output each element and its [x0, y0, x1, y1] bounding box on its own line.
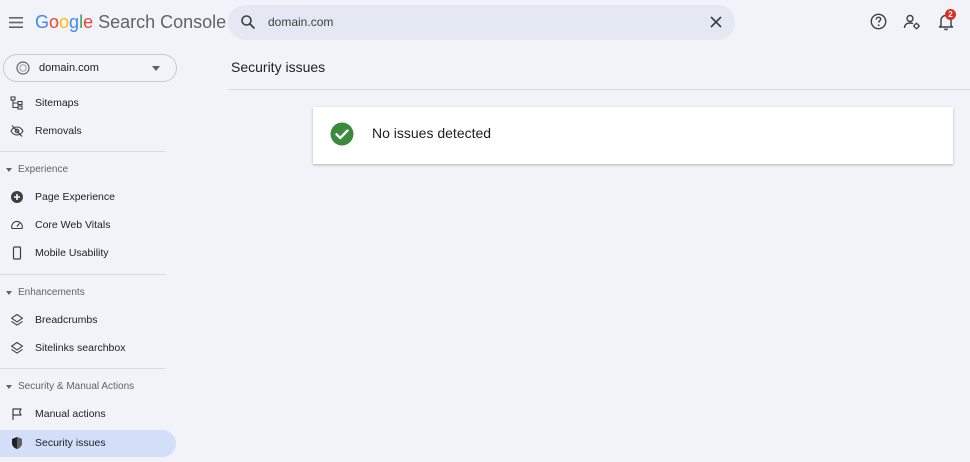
sidebar-item-label: Sitelinks searchbox [35, 342, 126, 354]
page-title: Security issues [231, 59, 326, 75]
property-selector[interactable]: domain.com [3, 54, 177, 82]
sidebar-item-label: Page Experience [35, 191, 115, 203]
sidebar-item-sitemaps[interactable]: Sitemaps [0, 90, 176, 117]
property-label: domain.com [39, 62, 99, 74]
status-card: No issues detected [313, 107, 953, 164]
layers-icon [10, 341, 24, 354]
sidebar-item-manual-actions[interactable]: Manual actions [0, 401, 176, 428]
section-title: Enhancements [18, 287, 85, 298]
collapse-arrow-icon [6, 168, 12, 172]
search-input[interactable] [268, 11, 688, 33]
sidebar-item-label: Mobile Usability [35, 247, 109, 259]
top-bar: GoogleSearch Console 2 [0, 0, 970, 46]
sidebar-item-security-issues[interactable]: Security issues [0, 430, 176, 457]
sidebar-item-label: Removals [35, 125, 82, 137]
notification-count-badge: 2 [945, 9, 956, 20]
sidebar-item-page-experience[interactable]: Page Experience [0, 184, 176, 211]
sidebar-item-breadcrumbs[interactable]: Breadcrumbs [0, 307, 176, 334]
eye-off-icon [10, 125, 24, 137]
product-name: Search Console [98, 12, 227, 32]
section-toggle-experience[interactable]: Experience [0, 160, 176, 180]
sidebar-item-label: Security issues [35, 437, 106, 449]
check-circle-icon [330, 122, 354, 146]
sidebar-divider [0, 368, 166, 369]
search-icon[interactable] [240, 14, 256, 30]
phone-icon [12, 246, 22, 260]
clear-search-icon[interactable] [709, 15, 723, 29]
sidebar-item-label: Breadcrumbs [35, 314, 98, 326]
collapse-arrow-icon [6, 385, 12, 389]
app-logo[interactable]: Google Search Console [35, 11, 226, 33]
search-bar [228, 5, 735, 40]
flag-icon [12, 408, 22, 420]
section-toggle-enhancements[interactable]: Enhancements [0, 283, 176, 303]
sidebar-item-label: Manual actions [35, 408, 106, 420]
status-message: No issues detected [372, 125, 492, 141]
sidebar-divider [0, 274, 166, 275]
layers-icon [10, 313, 24, 326]
section-toggle-security[interactable]: Security & Manual Actions [0, 377, 176, 397]
sitemap-icon [10, 96, 23, 110]
section-title: Experience [18, 164, 69, 175]
sidebar-item-sitelinks-searchbox[interactable]: Sitelinks searchbox [0, 335, 176, 362]
help-icon[interactable] [870, 13, 887, 30]
sidebar-divider [0, 151, 166, 152]
google-wordmark: Google [35, 12, 94, 32]
sidebar-item-removals[interactable]: Removals [0, 118, 176, 145]
section-title: Security & Manual Actions [18, 381, 135, 392]
sidebar-item-mobile-usability[interactable]: Mobile Usability [0, 240, 176, 267]
speed-gauge-icon [11, 220, 23, 230]
header-divider [228, 89, 970, 90]
dropdown-arrow-icon [152, 66, 160, 71]
globe-icon [16, 61, 30, 75]
plus-circle-icon [11, 191, 23, 203]
sidebar-item-label: Core Web Vitals [35, 219, 111, 231]
hamburger-menu-icon[interactable] [6, 11, 26, 33]
sidebar-item-label: Sitemaps [35, 97, 79, 109]
user-settings-icon[interactable] [903, 13, 921, 31]
sidebar-item-core-web-vitals[interactable]: Core Web Vitals [0, 212, 176, 239]
shield-icon [12, 437, 22, 449]
collapse-arrow-icon [6, 291, 12, 295]
